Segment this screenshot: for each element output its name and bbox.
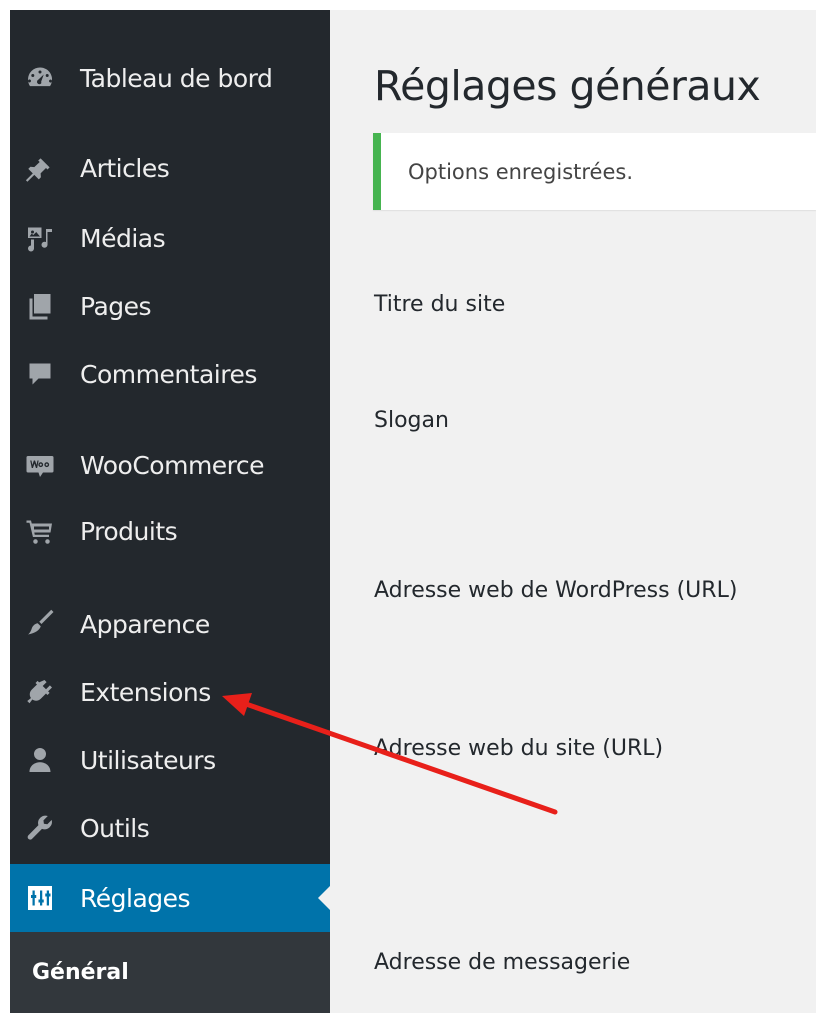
sidebar-item-label: Pages [80,291,152,321]
active-indicator-arrow [318,886,330,910]
field-label-email: Adresse de messagerie [374,950,631,975]
page-left-margin [0,0,10,1013]
sidebar-item-label: Utilisateurs [80,745,216,775]
settings-submenu: Général [10,932,330,1013]
sidebar-item-extensions[interactable]: Extensions [10,666,330,718]
sidebar-item-outils[interactable]: Outils [10,802,330,854]
sidebar-item-produits[interactable]: Produits [10,505,330,557]
main-content: Réglages généraux Options enregistrées. … [330,10,816,1013]
sidebar-item-dashboard[interactable]: Tableau de bord [10,52,330,104]
field-label-site-title: Titre du site [374,292,506,317]
notice-message: Options enregistrées. [408,160,633,184]
sidebar-item-pages[interactable]: Pages [10,280,330,332]
sidebar-item-label: Apparence [80,609,210,639]
sidebar-item-medias[interactable]: Médias [10,212,330,264]
woocommerce-icon [24,449,56,481]
sidebar-item-utilisateurs[interactable]: Utilisateurs [10,734,330,786]
plugin-icon [24,676,56,708]
field-label-site-url: Adresse web du site (URL) [374,736,664,761]
field-label-wordpress-url: Adresse web de WordPress (URL) [374,578,738,603]
sidebar-item-label: Outils [80,813,150,843]
comment-icon [24,358,56,390]
sidebar-item-label: Articles [80,153,170,183]
sidebar-item-commentaires[interactable]: Commentaires [10,348,330,400]
page-title: Réglages généraux [374,62,761,110]
sidebar-item-label: Produits [80,516,178,546]
sidebar-item-label: WooCommerce [80,450,265,480]
sidebar-item-label: Commentaires [80,359,257,389]
user-icon [24,744,56,776]
submenu-item-general[interactable]: Général [32,960,129,985]
sidebar-item-label: Extensions [80,677,211,707]
sidebar-item-reglages[interactable]: Réglages [10,864,330,932]
admin-sidebar: Tableau de bord Articles Médias Pages Co… [10,10,330,1013]
field-label-tagline: Slogan [374,408,449,433]
settings-sliders-icon [24,882,56,914]
sidebar-item-articles[interactable]: Articles [10,142,330,194]
pages-icon [24,290,56,322]
media-icon [24,222,56,254]
sidebar-item-woocommerce[interactable]: WooCommerce [10,439,330,491]
sidebar-item-label: Médias [80,223,166,253]
pin-icon [24,152,56,184]
sidebar-item-apparence[interactable]: Apparence [10,598,330,650]
sidebar-item-label: Réglages [80,883,191,913]
sidebar-item-label: Tableau de bord [80,63,273,93]
paintbrush-icon [24,608,56,640]
success-notice: Options enregistrées. [373,133,816,210]
dashboard-icon [24,62,56,94]
wrench-icon [24,812,56,844]
page-top-margin [0,0,816,10]
cart-icon [24,515,56,547]
